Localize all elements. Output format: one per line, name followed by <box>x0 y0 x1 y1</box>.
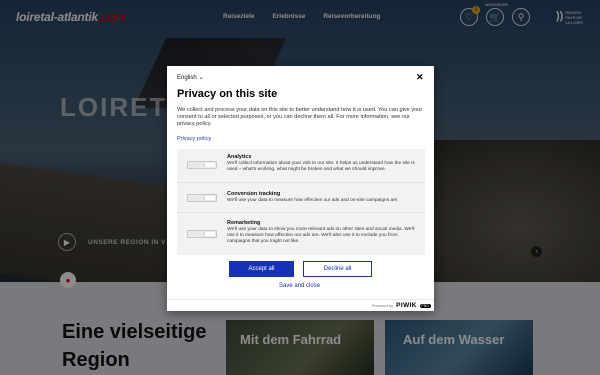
toggle-knob <box>204 232 215 236</box>
conversion-toggle[interactable] <box>187 194 217 202</box>
consent-description: We collect and process your data on this… <box>177 107 423 127</box>
powered-by: Powered by PIWIK PRO <box>372 302 431 309</box>
analytics-toggle[interactable] <box>187 161 217 169</box>
language-label: English <box>177 74 197 81</box>
close-icon[interactable]: ✕ <box>416 72 424 83</box>
analytics-title: Analytics <box>227 154 252 160</box>
category-analytics: Analytics We'll collect information abou… <box>177 149 425 182</box>
toggle-knob <box>204 163 215 167</box>
privacy-policy-link[interactable]: Privacy policy <box>177 136 211 142</box>
save-and-close-link[interactable]: Save and close <box>279 283 320 289</box>
remarketing-title: Remarketing <box>227 220 261 226</box>
chevron-down-icon: ⌄ <box>198 75 204 81</box>
analytics-description: We'll collect information about your vis… <box>227 161 415 172</box>
remarketing-toggle[interactable] <box>187 230 217 238</box>
category-conversion: Conversion tracking We'll use your data … <box>177 182 425 213</box>
conversion-description: We'll use your data to measure how effec… <box>227 198 399 203</box>
accept-all-button[interactable]: Accept all <box>229 261 294 277</box>
consent-actions: Accept all Decline all <box>229 261 372 277</box>
consent-categories: Analytics We'll collect information abou… <box>177 149 425 255</box>
consent-dialog: English ⌄ ✕ Privacy on this site We coll… <box>167 66 434 311</box>
remarketing-description: We'll use your data to show you more rel… <box>227 227 415 244</box>
vendor-logo: PIWIK <box>396 302 417 309</box>
consent-title: Privacy on this site <box>177 88 278 100</box>
language-select[interactable]: English ⌄ <box>177 74 204 82</box>
toggle-knob <box>204 196 215 200</box>
powered-by-label: Powered by <box>372 303 394 308</box>
decline-all-button[interactable]: Decline all <box>303 261 372 277</box>
consent-footer: Powered by PIWIK PRO <box>167 299 434 312</box>
category-remarketing: Remarketing We'll use your data to show … <box>177 212 425 256</box>
vendor-tag: PRO <box>419 303 431 308</box>
conversion-title: Conversion tracking <box>227 191 281 197</box>
